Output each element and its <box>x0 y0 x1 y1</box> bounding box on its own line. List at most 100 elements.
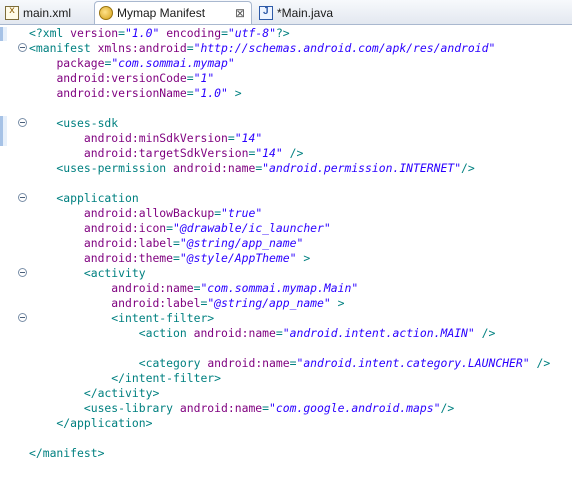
xml-file-icon <box>5 5 19 20</box>
editor-tab-bar: main.xml Mymap Manifest ⊠ *Main.java <box>0 0 572 25</box>
code-token-attribute: android:name <box>207 356 290 370</box>
code-token-tag <box>29 146 84 160</box>
fold-toggle-icon[interactable] <box>18 43 27 52</box>
code-line[interactable]: <activity <box>29 266 550 281</box>
code-token-tag <box>29 71 56 85</box>
code-token-tag: <uses-sdk <box>29 116 119 130</box>
code-token-attribute: android:versionName <box>56 86 187 100</box>
code-token-tag: </application> <box>29 416 153 430</box>
code-token-tag: </activity> <box>29 386 160 400</box>
code-token-attribute: xmlns:android <box>97 41 187 55</box>
code-token-tag: = <box>186 71 194 85</box>
code-line[interactable]: android:label="@string/app_name" > <box>29 296 550 311</box>
code-line[interactable]: <action android:name="android.intent.act… <box>29 326 550 341</box>
code-token-tag: <?xml <box>29 26 71 40</box>
code-token-value: "@style/AppTheme" <box>179 251 297 265</box>
code-line[interactable]: <intent-filter> <box>29 311 550 326</box>
code-token-attribute: android:name <box>179 401 263 415</box>
code-token-tag: ?> <box>275 26 290 40</box>
code-token-tag <box>29 206 84 220</box>
code-token-tag: = <box>275 326 283 340</box>
code-line[interactable]: <uses-permission android:name="android.p… <box>29 161 550 176</box>
tab-main-xml[interactable]: main.xml <box>0 2 90 23</box>
code-token-value: "android.permission.INTERNET" <box>262 161 462 175</box>
code-token-attribute: encoding <box>166 26 222 40</box>
code-token-tag: <activity <box>29 266 146 280</box>
fold-toggle-icon[interactable] <box>18 118 27 127</box>
code-token-value: "@string/app_name" <box>207 296 331 310</box>
code-token-value: "android.intent.category.LAUNCHER" <box>296 356 530 370</box>
code-token-tag: /> <box>474 326 496 340</box>
code-token-tag: = <box>173 251 180 265</box>
code-token-tag: <category <box>29 356 208 370</box>
code-line[interactable]: <?xml version="1.0" encoding="utf-8"?> <box>29 26 550 41</box>
code-line[interactable]: android:versionCode="1" <box>29 71 550 86</box>
code-line[interactable]: package="com.sommai.mymap" <box>29 56 550 71</box>
fold-toggle-icon[interactable] <box>18 193 27 202</box>
code-token-attribute: android:allowBackup <box>83 206 215 220</box>
close-tab-icon[interactable]: ⊠ <box>235 7 245 19</box>
code-token-value: "com.sommai.mymap" <box>111 56 235 70</box>
code-token-tag: = <box>262 401 270 415</box>
java-file-icon <box>259 6 273 20</box>
code-line[interactable] <box>29 101 550 116</box>
code-line[interactable]: android:icon="@drawable/ic_launcher" <box>29 221 550 236</box>
code-line[interactable]: <manifest xmlns:android="http://schemas.… <box>29 41 550 56</box>
code-line[interactable]: <application <box>29 191 550 206</box>
code-line[interactable]: android:label="@string/app_name" <box>29 236 550 251</box>
code-token-tag: <uses-permission <box>29 161 174 175</box>
code-line[interactable]: </activity> <box>29 386 550 401</box>
code-line[interactable]: android:versionName="1.0" > <box>29 86 550 101</box>
android-manifest-icon <box>99 6 113 20</box>
code-token-tag: </manifest> <box>29 446 105 460</box>
code-line[interactable] <box>29 431 550 446</box>
code-token-tag: = <box>186 86 194 100</box>
code-line[interactable]: </application> <box>29 416 550 431</box>
tab-mymap-manifest[interactable]: Mymap Manifest ⊠ <box>94 1 252 24</box>
code-token-value: "true" <box>221 206 263 220</box>
code-token-attribute: android:label <box>111 296 201 310</box>
code-token-value: "utf-8" <box>227 26 276 40</box>
xml-source-editor[interactable]: <?xml version="1.0" encoding="utf-8"?> <m… <box>0 25 572 485</box>
code-token-tag <box>29 131 84 145</box>
code-line[interactable]: <uses-sdk <box>29 116 550 131</box>
code-token-value: "@drawable/ic_launcher" <box>173 221 331 235</box>
code-token-value: "com.google.android.maps" <box>269 401 441 415</box>
code-line[interactable]: <uses-library android:name="com.google.a… <box>29 401 550 416</box>
tab-main-java[interactable]: *Main.java <box>254 2 354 23</box>
code-line[interactable]: android:allowBackup="true" <box>29 206 550 221</box>
code-line[interactable]: android:theme="@style/AppTheme" > <box>29 251 550 266</box>
code-token-attribute: version <box>70 26 119 40</box>
fold-toggle-icon[interactable] <box>18 268 27 277</box>
code-token-attribute: package <box>56 56 105 70</box>
code-token-attribute: android:name <box>111 281 194 295</box>
fold-toggle-icon[interactable] <box>18 313 27 322</box>
code-token-tag: <action <box>29 326 194 340</box>
code-line[interactable]: </intent-filter> <box>29 371 550 386</box>
code-token-tag: > <box>227 86 242 100</box>
code-token-value: "1.0" <box>193 86 228 100</box>
code-token-tag <box>29 86 56 100</box>
code-text[interactable]: <?xml version="1.0" encoding="utf-8"?> <m… <box>29 26 550 461</box>
code-line[interactable]: android:minSdkVersion="14" <box>29 131 550 146</box>
code-line[interactable]: </manifest> <box>29 446 550 461</box>
code-token-tag: = <box>118 26 126 40</box>
code-token-tag <box>29 296 111 310</box>
code-token-tag: = <box>186 41 194 55</box>
tab-label: *Main.java <box>277 6 334 20</box>
code-token-value: "@string/app_name" <box>179 236 304 250</box>
code-token-value: "android.intent.action.MAIN" <box>282 326 475 340</box>
code-line[interactable]: android:name="com.sommai.mymap.Main" <box>29 281 550 296</box>
overview-ruler <box>0 25 17 485</box>
code-line[interactable] <box>29 341 550 356</box>
code-line[interactable]: <category android:name="android.intent.c… <box>29 356 551 371</box>
code-token-value: "com.sommai.mymap.Main" <box>200 281 359 295</box>
code-token-value: "14" <box>234 131 263 145</box>
code-line[interactable]: android:targetSdkVersion="14" /> <box>29 146 550 161</box>
code-token-tag: /> <box>440 401 455 415</box>
code-token-tag: <manifest <box>29 41 98 55</box>
code-token-tag: /> <box>529 356 551 370</box>
code-token-tag <box>29 236 84 250</box>
code-line[interactable] <box>29 176 550 191</box>
code-token-value: "http://schemas.android.com/apk/res/andr… <box>193 41 496 55</box>
